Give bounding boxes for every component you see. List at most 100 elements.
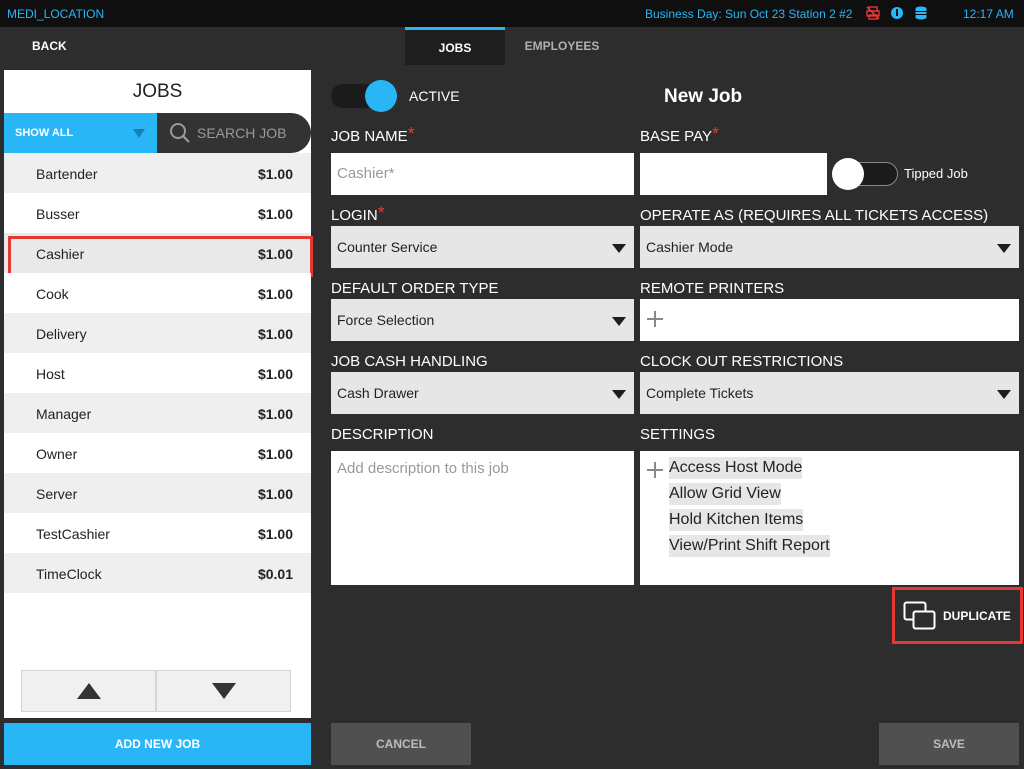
job-name-input[interactable]: Cashier*: [331, 153, 634, 195]
database-icon[interactable]: [914, 6, 928, 20]
job-name: Bartender: [36, 166, 98, 182]
search-icon: [170, 123, 190, 143]
job-name: Cook: [36, 286, 69, 302]
dropdown-caret-icon: [997, 390, 1011, 399]
duplicate-button[interactable]: DUPLICATE: [892, 587, 1023, 644]
job-name: Busser: [36, 206, 80, 222]
triangle-down-icon: [211, 683, 236, 699]
job-row-owner[interactable]: Owner $1.00: [4, 433, 311, 473]
job-name-label: JOB NAME*: [331, 124, 415, 145]
jobs-filter-row: SHOW ALL SEARCH JOB: [4, 113, 311, 153]
search-job-input[interactable]: SEARCH JOB: [157, 113, 311, 153]
tab-jobs[interactable]: JOBS: [405, 27, 505, 65]
add-new-job-button[interactable]: ADD NEW JOB: [4, 723, 311, 765]
job-row-cook[interactable]: Cook $1.00: [4, 273, 311, 313]
job-pay: $1.00: [257, 446, 293, 462]
base-pay-input[interactable]: [640, 153, 827, 195]
job-name: TimeClock: [36, 566, 102, 582]
active-toggle-knob: [365, 80, 397, 112]
login-select[interactable]: Counter Service: [331, 226, 634, 268]
save-button[interactable]: SAVE: [879, 723, 1019, 765]
operate-as-value: Cashier Mode: [646, 239, 734, 255]
show-all-label: SHOW ALL: [15, 127, 74, 139]
operate-as-select[interactable]: Cashier Mode: [640, 226, 1019, 268]
scroll-up-button[interactable]: [21, 670, 156, 712]
dropdown-caret-icon: [612, 390, 626, 399]
job-name: TestCashier: [36, 526, 110, 542]
active-label: ACTIVE: [409, 88, 460, 104]
tipped-job-label: Tipped Job: [904, 166, 968, 181]
jobs-panel-title: JOBS: [132, 80, 183, 102]
job-row-cashier[interactable]: Cashier $1.00: [4, 233, 313, 277]
cash-handling-value: Cash Drawer: [337, 385, 419, 401]
description-label: DESCRIPTION: [331, 426, 434, 443]
job-pay: $1.00: [257, 326, 293, 342]
form-title: New Job: [664, 86, 743, 107]
back-button[interactable]: BACK: [32, 39, 67, 53]
job-row-bartender[interactable]: Bartender $1.00: [4, 153, 311, 193]
tab-employees[interactable]: EMPLOYEES: [512, 27, 612, 65]
job-row-delivery[interactable]: Delivery $1.00: [4, 313, 311, 353]
job-row-manager[interactable]: Manager $1.00: [4, 393, 311, 433]
info-icon[interactable]: [890, 6, 904, 20]
plus-icon[interactable]: [647, 462, 663, 478]
tipped-job-toggle-knob: [832, 158, 864, 190]
default-order-type-label: DEFAULT ORDER TYPE: [331, 280, 499, 297]
job-row-server[interactable]: Server $1.00: [4, 473, 311, 513]
job-name: Cashier: [36, 246, 85, 262]
search-job-placeholder: SEARCH JOB: [197, 125, 287, 141]
base-pay-label: BASE PAY*: [640, 124, 719, 145]
printer-offline-icon[interactable]: [866, 6, 880, 20]
job-name: Host: [36, 366, 65, 382]
duplicate-icon: [903, 601, 936, 629]
job-row-testcashier[interactable]: TestCashier $1.00: [4, 513, 311, 553]
triangle-up-icon: [76, 683, 101, 699]
job-pay: $1.00: [257, 366, 293, 382]
description-textarea[interactable]: Add description to this job: [331, 451, 634, 585]
settings-label: SETTINGS: [640, 426, 716, 443]
job-list: Bartender $1.00 Busser $1.00 Cashier $1.00 …: [4, 153, 313, 593]
job-row-host[interactable]: Host $1.00: [4, 353, 311, 393]
settings-list: Access Host Mode Allow Grid View Hold Ki…: [640, 451, 1019, 585]
job-name: Owner: [36, 446, 78, 462]
job-name-placeholder: Cashier*: [337, 165, 395, 182]
jobs-panel: JOBS SHOW ALL SEARCH JOB Bartender $1.00 …: [4, 70, 313, 718]
setting-view-print-shift-report[interactable]: View/Print Shift Report: [669, 535, 830, 557]
show-all-filter[interactable]: SHOW ALL: [4, 113, 157, 153]
clock-out-restrictions-value: Complete Tickets: [646, 385, 754, 401]
job-pay: $1.00: [257, 166, 293, 182]
job-row-timeclock[interactable]: TimeClock $0.01: [4, 553, 311, 593]
scroll-down-button[interactable]: [156, 670, 291, 712]
cancel-button[interactable]: CANCEL: [331, 723, 471, 765]
clock-out-restrictions-label: CLOCK OUT RESTRICTIONS: [640, 353, 844, 370]
login-label: LOGIN*: [331, 203, 385, 224]
job-pay: $1.00: [257, 526, 293, 542]
duplicate-label: DUPLICATE: [943, 608, 1011, 623]
default-order-type-value: Force Selection: [337, 312, 435, 328]
description-placeholder: Add description to this job: [337, 460, 509, 477]
job-pay: $1.00: [257, 406, 293, 422]
setting-hold-kitchen-items[interactable]: Hold Kitchen Items: [669, 509, 804, 531]
login-value: Counter Service: [337, 239, 438, 255]
clock-out-restrictions-select[interactable]: Complete Tickets: [640, 372, 1019, 414]
cash-handling-select[interactable]: Cash Drawer: [331, 372, 634, 414]
remote-printers-label: REMOTE PRINTERS: [640, 280, 785, 297]
setting-allow-grid-view[interactable]: Allow Grid View: [669, 483, 781, 505]
job-pay: $0.01: [257, 566, 293, 582]
remote-printers-field[interactable]: [640, 299, 1019, 341]
clock-time: 12:17 AM: [963, 7, 1014, 21]
job-row-busser[interactable]: Busser $1.00: [4, 193, 311, 233]
default-order-type-select[interactable]: Force Selection: [331, 299, 634, 341]
plus-icon[interactable]: [647, 311, 663, 327]
setting-access-host-mode[interactable]: Access Host Mode: [669, 457, 803, 479]
cash-handling-label: JOB CASH HANDLING: [331, 353, 488, 370]
business-day-info: Business Day: Sun Oct 23 Station 2 #2: [645, 7, 853, 21]
location-name: MEDI_LOCATION: [7, 7, 105, 21]
job-pay: $1.00: [257, 246, 293, 262]
job-name: Delivery: [36, 326, 87, 342]
operate-as-label: OPERATE AS (REQUIRES ALL TICKETS ACCESS): [640, 207, 989, 224]
dropdown-caret-icon: [612, 317, 626, 326]
job-name: Server: [36, 486, 78, 502]
nav-bar: BACK JOBS EMPLOYEES: [0, 27, 1024, 65]
dropdown-caret-icon: [612, 244, 626, 253]
